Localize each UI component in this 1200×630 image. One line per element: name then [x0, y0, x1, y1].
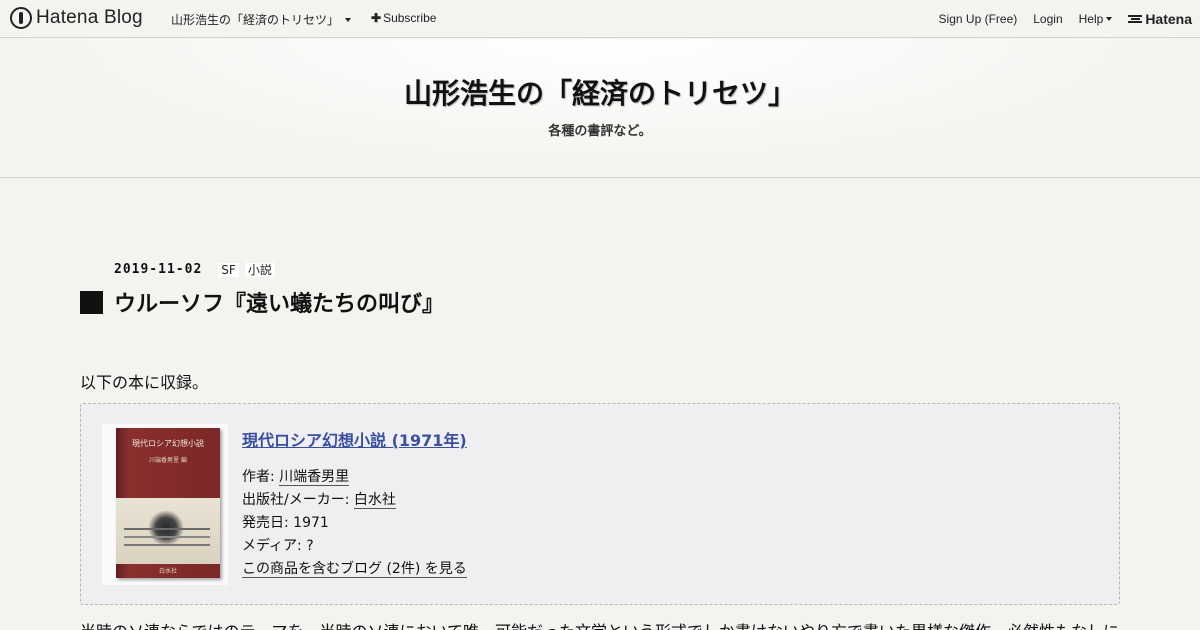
help-menu[interactable]: Help [1079, 12, 1113, 26]
subscribe-label: Subscribe [383, 11, 437, 25]
subscribe-button[interactable]: ✚ Subscribe [371, 11, 436, 25]
product-media-row: メディア: ? [242, 535, 467, 558]
hatena-icon [1128, 15, 1143, 23]
blog-menu-label: 山形浩生の「経済のトリセツ」 [171, 13, 340, 27]
product-title-link[interactable]: 現代ロシア幻想小説 (1971年) [242, 427, 467, 451]
entry-meta: 2019-11-02 SF 小説 [114, 262, 281, 277]
publisher-link[interactable]: 白水社 [353, 492, 396, 509]
brand-name: Hatena Blog [36, 7, 143, 28]
cover-publisher: 白水社 [158, 568, 177, 575]
entry-header: ウルーソフ『遠い蟻たちの叫び』 [80, 286, 444, 318]
product-author-row: 作者: 川端香男里 [242, 466, 467, 489]
global-header: Hatena Blog 山形浩生の「経済のトリセツ」 ✚ Subscribe Si… [0, 0, 1200, 38]
blog-description: 各種の書評など。 [548, 124, 652, 139]
chevron-down-icon [1106, 17, 1113, 21]
header-right-links: Sign Up (Free) Login Help Hatena [939, 11, 1192, 27]
hatena-blog-icon [10, 7, 32, 29]
author-label: 作者: [242, 469, 275, 485]
chevron-down-icon [345, 17, 352, 22]
blog-menu[interactable]: 山形浩生の「経済のトリセツ」 [171, 11, 352, 28]
media-label: メディア: [242, 538, 302, 554]
hatena-logo[interactable]: Hatena [1128, 11, 1192, 27]
release-label: 発売日: [242, 515, 289, 531]
category-tag[interactable]: SF [218, 262, 239, 277]
product-blogs-row: この商品を含むブログ (2件) を見る [242, 558, 467, 581]
square-bullet-icon [80, 290, 103, 314]
hatena-label: Hatena [1145, 11, 1192, 27]
product-publisher-row: 出版社/メーカー: 白水社 [242, 489, 467, 512]
cover-illustration [116, 498, 220, 564]
login-link[interactable]: Login [1033, 12, 1062, 26]
entry-title[interactable]: ウルーソフ『遠い蟻たちの叫び』 [114, 286, 444, 318]
entry-body-text: 当時のソ連ならではのテーマを、当時のソ連において唯一可能だった文学という形式でし… [80, 618, 1140, 630]
media-value: ? [306, 538, 314, 554]
signup-link[interactable]: Sign Up (Free) [939, 12, 1018, 26]
author-link[interactable]: 川端香男里 [279, 469, 350, 486]
category-tag[interactable]: 小説 [244, 262, 275, 277]
product-release-row: 発売日: 1971 [242, 512, 467, 535]
product-card: 現代ロシア幻想小説 川端香男里 編 白水社 現代ロシア幻想小説 (1971年) … [80, 403, 1120, 605]
book-cover-image[interactable]: 現代ロシア幻想小説 川端香男里 編 白水社 [102, 424, 228, 585]
publisher-label: 出版社/メーカー: [242, 492, 350, 508]
cover-title: 現代ロシア幻想小説 [132, 439, 204, 448]
book-cover: 現代ロシア幻想小説 川端香男里 編 白水社 [116, 428, 220, 578]
related-blogs-link[interactable]: この商品を含むブログ (2件) を見る [242, 561, 467, 578]
blog-header: 山形浩生の「経済のトリセツ」 各種の書評など。 [0, 39, 1200, 178]
entry-intro: 以下の本に収録。 [80, 373, 209, 392]
entry-date[interactable]: 2019-11-02 [114, 262, 202, 277]
help-label: Help [1078, 12, 1104, 26]
release-value: 1971 [293, 515, 329, 531]
cover-author: 川端香男里 編 [149, 457, 187, 464]
hatena-blog-logo[interactable]: Hatena Blog [10, 7, 143, 29]
product-info: 作者: 川端香男里 出版社/メーカー: 白水社 発売日: 1971 メディア: … [242, 466, 467, 581]
blog-title[interactable]: 山形浩生の「経済のトリセツ」 [0, 72, 1200, 112]
plus-icon: ✚ [371, 11, 382, 25]
